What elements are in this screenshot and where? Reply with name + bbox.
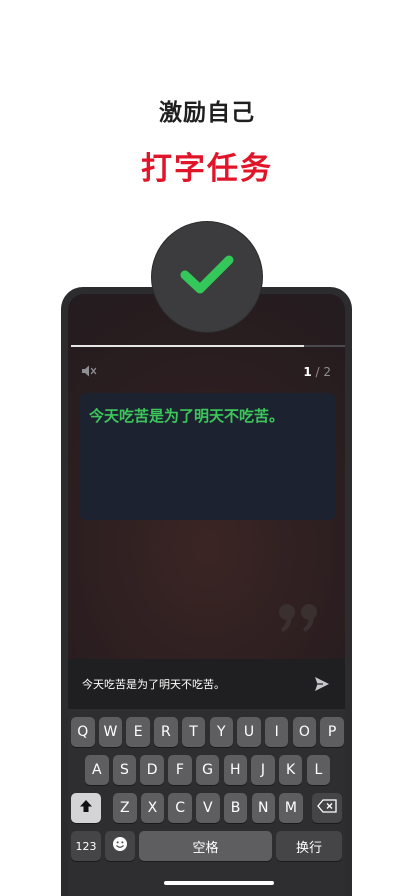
prompt-card: 今天吃苦是为了明天不吃苦。: [79, 393, 336, 520]
key-y[interactable]: Y: [209, 717, 233, 747]
key-d[interactable]: D: [140, 755, 164, 785]
counter-current: 1: [303, 365, 312, 379]
emoji-icon: [112, 836, 128, 856]
key-g[interactable]: G: [195, 755, 220, 785]
typing-input-value[interactable]: 今天吃苦是为了明天不吃苦。: [82, 676, 313, 692]
success-badge: [152, 222, 262, 332]
key-o[interactable]: O: [292, 717, 317, 747]
backspace-icon: [317, 799, 337, 817]
typing-input[interactable]: 今天吃苦是为了明天不吃苦。: [68, 659, 345, 709]
key-v[interactable]: V: [196, 793, 220, 823]
key-z[interactable]: Z: [113, 793, 137, 823]
key-a[interactable]: A: [85, 755, 109, 785]
phone-frame: 1 / 2 今天吃苦是为了明天不吃苦。 今天吃苦是为了明天不吃苦。 Q W E …: [61, 287, 352, 896]
key-r[interactable]: R: [154, 717, 178, 747]
keyboard: QWERTYUIOP ASDFGHJKL ZXCVBNM 123 空格 换行: [68, 709, 345, 896]
check-icon: [179, 253, 235, 301]
key-b[interactable]: B: [223, 793, 248, 823]
key-t[interactable]: T: [181, 717, 206, 747]
key-h[interactable]: H: [223, 755, 247, 785]
key-c[interactable]: C: [168, 793, 192, 823]
shift-key[interactable]: [71, 793, 101, 823]
mute-speaker-icon[interactable]: [81, 363, 97, 382]
progress-bar: [71, 345, 345, 347]
shift-icon: [79, 799, 93, 817]
key-j[interactable]: J: [251, 755, 275, 785]
key-m[interactable]: M: [279, 793, 303, 823]
counter-total: / 2: [315, 365, 332, 379]
emoji-key[interactable]: [105, 831, 135, 861]
progress-fill: [71, 345, 304, 347]
home-indicator: [164, 881, 274, 885]
backspace-key[interactable]: [312, 793, 342, 823]
key-e[interactable]: E: [126, 717, 150, 747]
key-q[interactable]: Q: [71, 717, 95, 747]
key-s[interactable]: S: [112, 755, 137, 785]
key-f[interactable]: F: [168, 755, 192, 785]
return-key[interactable]: 换行: [276, 831, 342, 861]
prompt-text: 今天吃苦是为了明天不吃苦。: [89, 407, 285, 425]
key-w[interactable]: W: [98, 717, 123, 747]
space-key[interactable]: 空格: [139, 831, 272, 861]
key-n[interactable]: N: [251, 793, 275, 823]
key-x[interactable]: X: [140, 793, 165, 823]
page-title: 打字任务: [141, 151, 273, 187]
numbers-key[interactable]: 123: [71, 831, 101, 861]
key-p[interactable]: P: [320, 717, 344, 747]
key-i[interactable]: I: [264, 717, 289, 747]
phone-screen: 1 / 2 今天吃苦是为了明天不吃苦。 今天吃苦是为了明天不吃苦。 Q W E …: [68, 294, 345, 896]
key-u[interactable]: U: [237, 717, 261, 747]
quote-icon: [278, 603, 322, 637]
question-counter: 1 / 2: [303, 365, 331, 379]
subtitle: 激励自己: [159, 100, 255, 126]
key-l[interactable]: L: [306, 755, 331, 785]
send-icon[interactable]: [313, 675, 331, 693]
key-k[interactable]: K: [278, 755, 303, 785]
